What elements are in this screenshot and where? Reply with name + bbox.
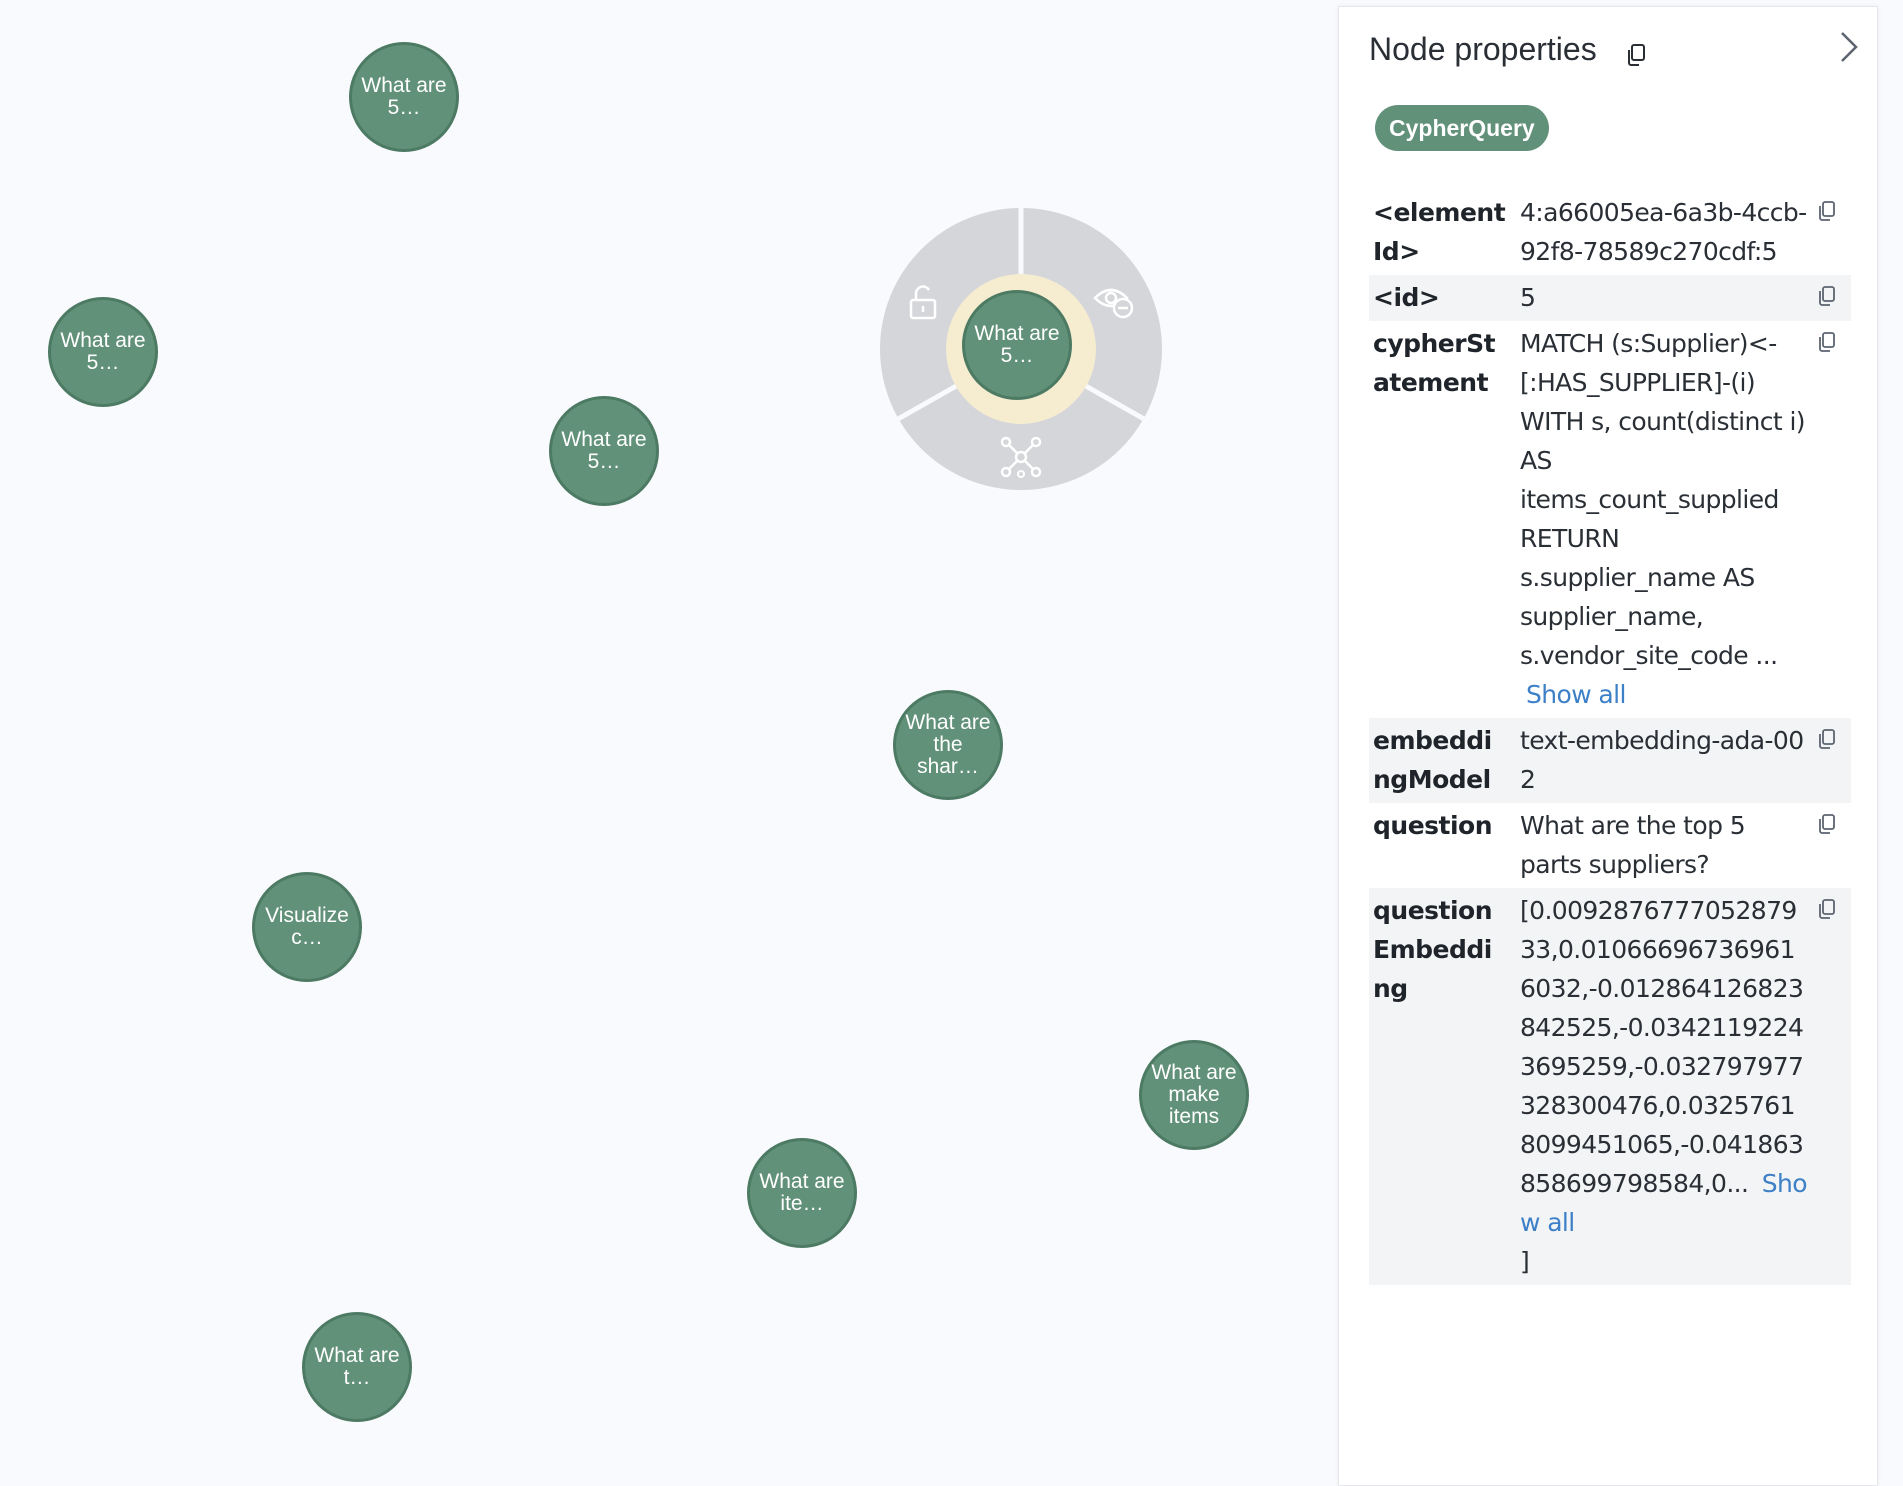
- unlock-icon[interactable]: [901, 280, 945, 324]
- property-value: 5: [1520, 283, 1536, 312]
- property-value: 4:a66005ea-6a3b-4ccb-92f8-78589c270cdf:5: [1520, 198, 1807, 266]
- properties-table: <elementId> 4:a66005ea-6a3b-4ccb-92f8-78…: [1369, 190, 1851, 1285]
- property-row: <elementId> 4:a66005ea-6a3b-4ccb-92f8-78…: [1369, 190, 1851, 275]
- property-row: question What are the top 5 parts suppli…: [1369, 803, 1851, 888]
- property-value-suffix: ]: [1520, 1247, 1530, 1276]
- node-context-menu: What are 5…: [878, 206, 1164, 492]
- show-all-link[interactable]: Show all: [1520, 680, 1626, 709]
- copy-icon[interactable]: [1817, 331, 1837, 353]
- copy-icon[interactable]: [1817, 728, 1837, 750]
- property-value: [0.009287677705287933,0.0106669673696160…: [1508, 891, 1810, 1281]
- copy-icon[interactable]: [1817, 898, 1837, 920]
- property-value: MATCH (s:Supplier)<-[:HAS_SUPPLIER]-(i) …: [1508, 324, 1810, 714]
- graph-node[interactable]: What are ite…: [747, 1138, 857, 1248]
- graph-node[interactable]: What are 5…: [48, 297, 158, 407]
- graph-node[interactable]: What are the shar…: [893, 690, 1003, 800]
- node-label-chip[interactable]: CypherQuery: [1375, 105, 1549, 151]
- property-value: What are the top 5 parts suppliers?: [1520, 811, 1746, 879]
- graph-node[interactable]: What are make items: [1139, 1040, 1249, 1150]
- property-key: questionEmbedding: [1373, 896, 1493, 1003]
- property-row: cypherStatement MATCH (s:Supplier)<-[:HA…: [1369, 321, 1851, 718]
- property-key: <id>: [1373, 283, 1440, 312]
- chevron-right-icon[interactable]: [1834, 27, 1864, 67]
- copy-icon[interactable]: [1817, 285, 1837, 307]
- graph-node[interactable]: What are 5…: [549, 396, 659, 506]
- property-row: <id> 5: [1369, 275, 1851, 321]
- graph-canvas[interactable]: What are 5… What are 5… What are 5… What…: [0, 0, 1338, 1477]
- graph-node[interactable]: What are 5…: [349, 42, 459, 152]
- graph-node-selected[interactable]: What are 5…: [962, 290, 1072, 400]
- graph-node[interactable]: What are t…: [302, 1312, 412, 1422]
- property-key: cypherStatement: [1373, 329, 1496, 397]
- copy-icon[interactable]: [1817, 200, 1837, 222]
- property-value: text-embedding-ada-002: [1520, 726, 1804, 794]
- node-properties-panel: Node properties CypherQuery <elementId> …: [1338, 6, 1878, 1486]
- expand-graph-icon[interactable]: [998, 434, 1044, 480]
- hide-eye-icon[interactable]: [1091, 280, 1139, 324]
- graph-node[interactable]: Visualize c…: [252, 872, 362, 982]
- property-row: questionEmbedding [0.009287677705287933,…: [1369, 888, 1851, 1285]
- property-value-text: [0.009287677705287933,0.0106669673696160…: [1520, 896, 1804, 1198]
- panel-title: Node properties: [1369, 31, 1597, 67]
- property-key: <elementId>: [1373, 198, 1506, 266]
- copy-icon[interactable]: [1625, 43, 1647, 67]
- property-key: question: [1373, 811, 1493, 840]
- property-row: embeddingModel text-embedding-ada-002: [1369, 718, 1851, 803]
- copy-icon[interactable]: [1817, 813, 1837, 835]
- property-key: embeddingModel: [1373, 726, 1492, 794]
- property-value-text: MATCH (s:Supplier)<-[:HAS_SUPPLIER]-(i) …: [1520, 329, 1806, 670]
